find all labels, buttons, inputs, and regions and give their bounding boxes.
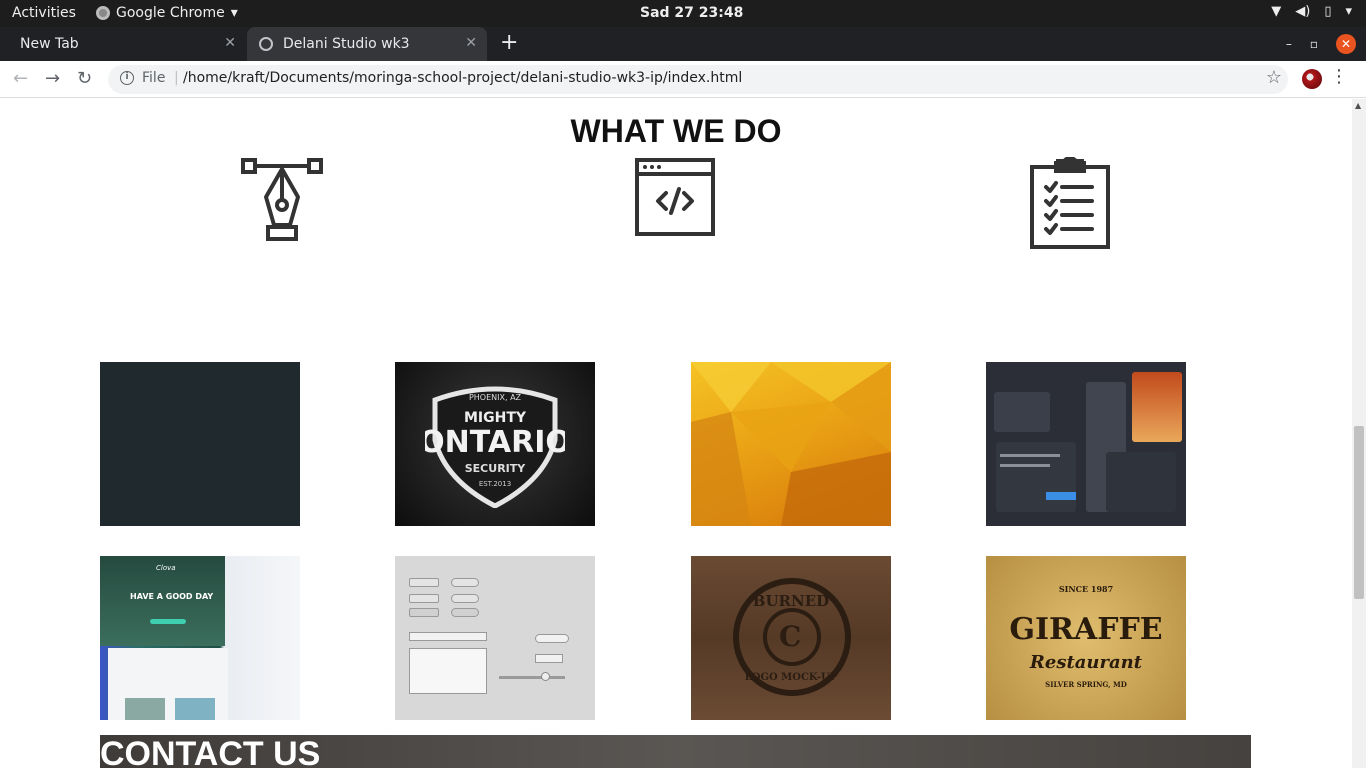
copyright-icon: C (779, 620, 802, 653)
chevron-down-icon: ▾ (230, 5, 238, 21)
section-title: WHAT WE DO (570, 113, 782, 149)
app-name: Google Chrome (116, 5, 225, 21)
chevron-down-icon: ▾ (1345, 4, 1352, 19)
page-viewport: WHAT WE DO PHOENIX, AZ MIGHTY ONTARIO SE… (0, 99, 1352, 768)
system-top-bar: Activities Google Chrome ▾ Sad 27 23:48 … (0, 0, 1366, 27)
select-box (409, 632, 487, 641)
text-line (1000, 454, 1060, 457)
portfolio-tile-polygon[interactable] (691, 362, 891, 526)
portfolio-tile-landing[interactable]: Clova HAVE A GOOD DAY (100, 556, 300, 720)
contact-section: CONTACT US (100, 735, 1251, 768)
tab-new-tab[interactable]: New Tab ✕ (0, 27, 246, 61)
giraffe-line1: GIRAFFE (1009, 612, 1163, 647)
portfolio-tile-ui-controls[interactable] (395, 556, 595, 720)
globe-icon (259, 37, 273, 51)
thumbnail-image (175, 698, 215, 720)
list-box (409, 648, 487, 694)
battery-icon: ▯ (1324, 4, 1332, 19)
ontario-top: PHOENIX, AZ (469, 393, 522, 402)
ui-button (409, 608, 439, 617)
tab-strip: New Tab ✕ Delani Studio wk3 ✕ + – ▫ ✕ (0, 27, 1366, 61)
polygon-art-icon (691, 362, 891, 526)
chrome-icon (96, 6, 110, 20)
menu-icon[interactable]: ⋮ (1330, 66, 1348, 87)
scrollbar-thumb[interactable] (1354, 426, 1364, 599)
portfolio-tile-dashboard[interactable] (986, 362, 1186, 526)
contact-title: CONTACT US (100, 735, 321, 768)
ontario-line1: MIGHTY (464, 410, 527, 426)
scroll-up-icon[interactable]: ▲ (1355, 101, 1361, 110)
tab-label: New Tab (20, 36, 79, 52)
reload-button[interactable]: ↻ (77, 68, 92, 89)
window-controls: – ▫ ✕ (1286, 34, 1356, 54)
maximize-icon[interactable]: ▫ (1310, 37, 1318, 51)
ontario-line4: EST.2013 (479, 480, 511, 488)
new-tab-button[interactable]: + (500, 30, 518, 55)
burned-top: BURNED (752, 592, 830, 610)
portfolio-tile-dark[interactable] (100, 362, 300, 526)
bookmark-star-icon[interactable]: ☆ (1266, 67, 1282, 88)
activities-button[interactable]: Activities (12, 5, 76, 21)
giraffe-bottom: SILVER SPRING, MD (1045, 680, 1127, 689)
ui-card (994, 392, 1050, 432)
ui-button (409, 578, 439, 587)
ontario-line3: SECURITY (465, 462, 527, 475)
ui-card (1106, 452, 1176, 512)
divider: | (174, 70, 179, 86)
address-bar[interactable]: i File | /home/kraft/Documents/moringa-s… (108, 65, 1288, 94)
close-window-button[interactable]: ✕ (1336, 34, 1356, 54)
ui-button (535, 634, 569, 643)
portfolio-tile-burned[interactable]: BURNED LOGO MOCK-UP C (691, 556, 891, 720)
burned-bottom: LOGO MOCK-UP (744, 672, 838, 683)
slider-track (499, 676, 565, 679)
giraffe-line2: Restaurant (1029, 652, 1143, 673)
thumbnail-image (125, 698, 165, 720)
landing-brand: Clova (156, 564, 176, 572)
browser-toolbar: ← → ↻ i File | /home/kraft/Documents/mor… (0, 61, 1366, 98)
back-button[interactable]: ← (13, 68, 28, 89)
clipboard-checklist-icon (1030, 157, 1110, 249)
shield-logo-icon: PHOENIX, AZ MIGHTY ONTARIO SECURITY EST.… (425, 386, 565, 508)
app-menu[interactable]: Google Chrome ▾ (96, 5, 238, 21)
ui-button (150, 619, 186, 624)
system-tray[interactable]: ▼ ◀) ▯ ▾ (1271, 4, 1352, 19)
code-window-icon (635, 158, 715, 236)
tooltip (535, 654, 563, 663)
pen-tool-icon (241, 158, 323, 241)
ui-button (451, 578, 479, 587)
text-line (1000, 464, 1050, 467)
clock[interactable]: Sad 27 23:48 (640, 5, 743, 21)
avatar[interactable] (1302, 69, 1322, 89)
giraffe-top: SINCE 1987 (1058, 584, 1114, 594)
ui-card (996, 442, 1076, 512)
landing-headline: HAVE A GOOD DAY (130, 592, 214, 601)
volume-icon: ◀) (1295, 4, 1311, 19)
ui-button (409, 594, 439, 603)
portfolio-tile-ontario[interactable]: PHOENIX, AZ MIGHTY ONTARIO SECURITY EST.… (395, 362, 595, 526)
close-icon[interactable]: ✕ (224, 35, 236, 51)
minimize-icon[interactable]: – (1286, 37, 1292, 51)
page-scrollbar[interactable]: ▲ (1352, 99, 1366, 768)
forward-button[interactable]: → (45, 68, 60, 89)
info-icon[interactable]: i (120, 71, 134, 85)
wifi-icon: ▼ (1271, 4, 1282, 19)
close-icon[interactable]: ✕ (465, 35, 477, 51)
ontario-line2: ONTARIO (425, 425, 565, 460)
ui-button (451, 594, 479, 603)
url-scheme: File (142, 70, 166, 86)
slider-thumb (541, 672, 550, 681)
ui-button (1046, 492, 1076, 500)
portfolio-tile-giraffe[interactable]: SINCE 1987 GIRAFFE Restaurant SILVER SPR… (986, 556, 1186, 720)
tab-delani-studio[interactable]: Delani Studio wk3 ✕ (247, 27, 487, 61)
ui-button (451, 608, 479, 617)
tab-label: Delani Studio wk3 (283, 36, 410, 52)
url-text[interactable]: /home/kraft/Documents/moringa-school-pro… (183, 70, 742, 86)
portrait-image (1132, 372, 1182, 442)
